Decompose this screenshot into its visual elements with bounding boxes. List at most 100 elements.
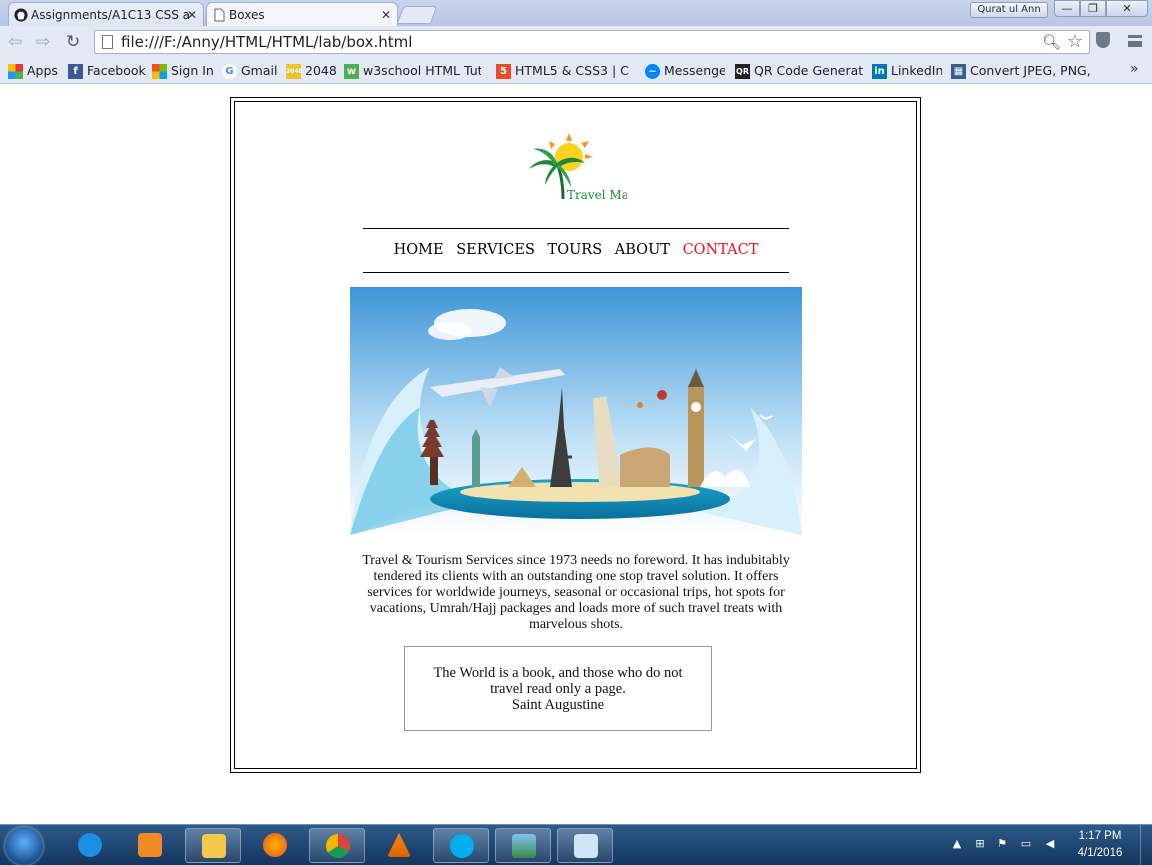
bookmark-label: Apps [27, 63, 58, 78]
clock-date[interactable]: 4/1/2016 [1070, 847, 1130, 859]
firefox-icon [263, 833, 287, 857]
quote-author: Saint Augustine [511, 697, 605, 713]
chrome-icon [326, 834, 350, 858]
windows-taskbar: ▲ ⊞ ⚑ ▭ ◀ 1:17 PM 4/1/2016 [0, 824, 1152, 865]
file-explorer-icon [202, 834, 226, 858]
taskbar-media-player[interactable] [122, 828, 178, 863]
back-arrow-icon[interactable]: ⇦ [8, 32, 22, 52]
tab-boxes[interactable]: Boxes ✕ [206, 2, 398, 26]
bookmark-label: Convert JPEG, PNG, G [970, 63, 1091, 78]
bookmark-label: Gmail [241, 63, 278, 78]
facebook-icon: f [68, 64, 83, 79]
network-icon[interactable]: ▭ [1019, 837, 1033, 851]
tab-strip: Assignments/A1C13 CSS a ✕ Boxes ✕ Qurat … [0, 0, 1152, 26]
hero-travel-image [350, 287, 802, 535]
nav-contact[interactable]: CONTACT [683, 242, 759, 258]
bookmark-2048[interactable]: 2048 2048 [286, 62, 338, 80]
bookmark-label: QR Code Generator [754, 63, 863, 78]
media-player-icon [138, 833, 162, 857]
tray-expand-icon[interactable]: ▲ [950, 837, 964, 851]
profile-button[interactable]: Qurat ul Ann [970, 2, 1048, 18]
messenger-icon: ~ [645, 64, 660, 79]
skype-icon [450, 834, 474, 858]
close-window-button[interactable]: ✕ [1106, 0, 1148, 17]
bookmark-label: w3school HTML Tutor [363, 63, 481, 78]
reload-icon[interactable]: ↻ [66, 32, 80, 52]
nav-services[interactable]: SERVICES [456, 242, 535, 258]
bookmark-html5-css3[interactable]: 5 HTML5 & CSS3 | Char [496, 62, 630, 80]
w3schools-icon: w [344, 64, 359, 79]
tab-assignments[interactable]: Assignments/A1C13 CSS a ✕ [8, 2, 204, 26]
bookmark-gmail[interactable]: G Gmail [222, 62, 280, 80]
notepad-icon [574, 834, 598, 858]
taskbar-photo-viewer[interactable] [495, 828, 551, 863]
linkedin-icon: in [872, 64, 887, 79]
bookmark-w3school[interactable]: w w3school HTML Tutor [344, 62, 481, 80]
menu-icon[interactable] [1128, 35, 1142, 47]
qr-code-icon: QR [735, 64, 750, 79]
nav-about[interactable]: ABOUT [615, 242, 670, 258]
extension-shield-icon[interactable] [1096, 32, 1110, 48]
forward-arrow-icon[interactable]: ⇨ [36, 32, 50, 52]
taskbar-vlc[interactable] [371, 828, 427, 863]
zoom-icon[interactable]: 🔍︎ [1042, 33, 1061, 51]
start-button[interactable] [5, 827, 43, 865]
tab-title: Boxes [229, 8, 265, 22]
taskbar-ie[interactable] [62, 828, 118, 863]
nav-tours[interactable]: TOURS [548, 242, 603, 258]
photo-viewer-icon [512, 834, 536, 858]
page-icon [214, 8, 225, 22]
quote-box: The World is a book, and those who do no… [404, 646, 712, 731]
main-nav: HOME SERVICES TOURS ABOUT CONTACT [363, 228, 789, 273]
bookmark-apps[interactable]: Apps [8, 62, 64, 80]
internet-explorer-icon [78, 833, 102, 857]
bookmark-label: Facebook [87, 63, 146, 78]
vlc-icon [387, 833, 411, 857]
address-bar[interactable]: file:///F:/Anny/HTML/HTML/lab/box.html 🔍… [94, 30, 1090, 54]
more-bookmarks-icon[interactable]: » [1130, 61, 1139, 77]
bookmark-label: Messenger [664, 63, 725, 78]
github-icon [14, 8, 28, 22]
taskbar-file-explorer[interactable] [185, 828, 241, 863]
volume-icon[interactable]: ◀ [1043, 837, 1057, 851]
maximize-button[interactable]: ❐ [1080, 0, 1106, 17]
converter-icon: ▦ [951, 64, 966, 79]
apps-grid-icon [8, 64, 23, 79]
new-tab-button[interactable] [396, 6, 438, 24]
windows-flag-icon[interactable]: ⊞ [973, 837, 987, 851]
bookmark-convert-jpeg[interactable]: ▦ Convert JPEG, PNG, G [951, 62, 1091, 80]
nav-home[interactable]: HOME [394, 242, 444, 258]
clock-time[interactable]: 1:17 PM [1070, 830, 1130, 842]
taskbar-chrome[interactable] [309, 828, 365, 863]
action-center-icon[interactable]: ⚑ [995, 837, 1009, 851]
google-icon: G [222, 64, 237, 79]
bookmark-label: HTML5 & CSS3 | Char [515, 63, 630, 78]
microsoft-icon [152, 64, 167, 79]
browser-toolbar: ⇦ ⇨ ↻ file:///F:/Anny/HTML/HTML/lab/box.… [0, 26, 1152, 58]
quote-text: The World is a book, and those who do no… [433, 665, 683, 697]
bookmark-label: LinkedIn [891, 63, 942, 78]
travel-mate-logo: Travel Mate [529, 133, 627, 202]
bookmark-sign-in[interactable]: Sign In [152, 62, 220, 80]
bookmark-facebook[interactable]: f Facebook [68, 62, 148, 80]
bookmark-linkedin[interactable]: in LinkedIn [872, 62, 942, 80]
bookmark-label: 2048 [305, 63, 337, 78]
close-tab-icon[interactable]: ✕ [381, 3, 391, 26]
2048-icon: 2048 [286, 64, 303, 79]
bookmark-qr-code[interactable]: QR QR Code Generator [735, 62, 863, 80]
taskbar-skype[interactable] [433, 828, 489, 863]
taskbar-notepad[interactable] [557, 828, 613, 863]
bookmark-star-icon[interactable]: ☆ [1067, 31, 1083, 52]
show-desktop-button[interactable] [1140, 825, 1152, 865]
intro-paragraph: Travel & Tourism Services since 1973 nee… [362, 553, 790, 632]
url-text[interactable]: file:///F:/Anny/HTML/HTML/lab/box.html [121, 31, 412, 53]
page-icon [102, 35, 113, 49]
minimize-button[interactable]: — [1054, 0, 1080, 17]
close-tab-icon[interactable]: ✕ [187, 3, 197, 26]
bookmark-label: Sign In [171, 63, 214, 78]
logo-text: Travel Mate [567, 188, 627, 202]
bookmark-messenger[interactable]: ~ Messenger [645, 62, 725, 80]
taskbar-firefox[interactable] [247, 828, 303, 863]
bookmarks-bar: Apps f Facebook Sign In G Gmail 2048 2048 w… [0, 58, 1152, 84]
tab-title: Assignments/A1C13 CSS a [31, 8, 191, 22]
